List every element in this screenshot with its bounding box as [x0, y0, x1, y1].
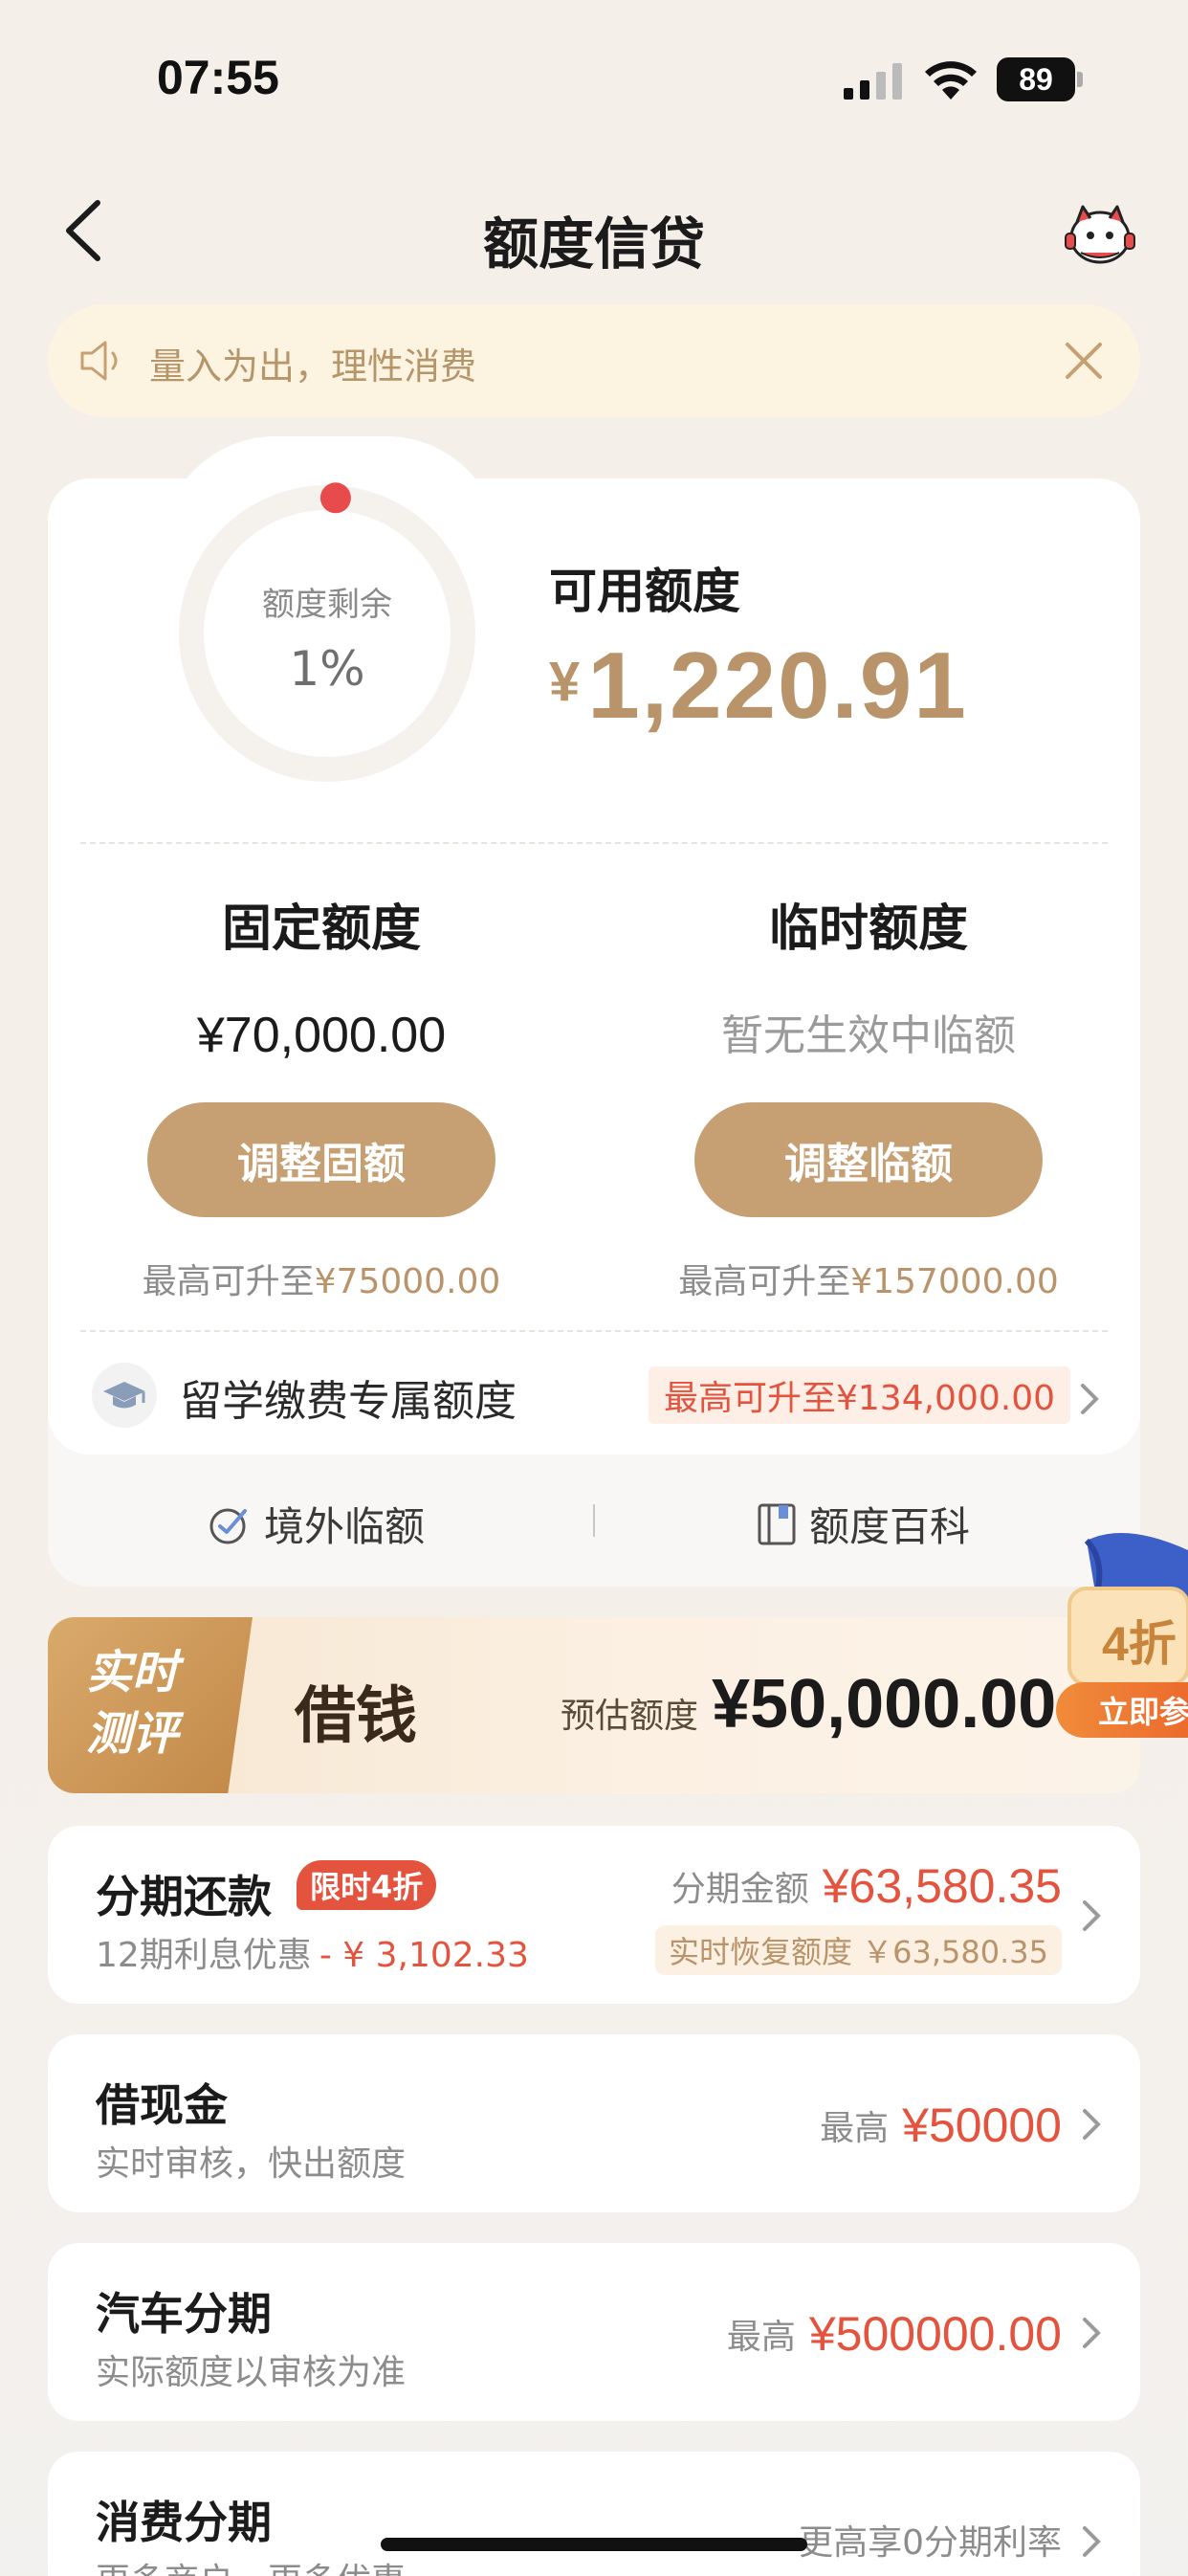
installment-discount: - ¥ 3,102.33: [319, 1936, 529, 1975]
remaining-ring-indicator: [319, 482, 351, 514]
credit-wiki-label: 额度百科: [809, 1503, 971, 1550]
consumer-installment-sub: 更多商户，更多优惠: [96, 2553, 406, 2576]
cash-loan-sub: 实时审核，快出额度: [96, 2144, 407, 2184]
available-credit-amount: ¥1,220.91: [549, 632, 968, 740]
car-loan-amount-row: 最高 ¥500000.00: [727, 2306, 1062, 2362]
cash-loan-title: 借现金: [96, 2079, 228, 2131]
close-icon[interactable]: [1064, 341, 1104, 381]
estimate-label: 预估额度: [561, 1697, 699, 1736]
cellular-signal-icon: [844, 63, 902, 100]
graduation-cap-icon: [92, 1363, 157, 1428]
car-loan-sub: 实际额度以审核为准: [96, 2353, 407, 2392]
currency-symbol: ¥: [549, 651, 581, 713]
tag-line-1: 实时: [86, 1646, 179, 1699]
footer-divider: [593, 1504, 595, 1537]
fixed-max-value: ¥75000.00: [314, 1262, 501, 1301]
available-amount-value: 1,220.91: [587, 633, 968, 738]
fixed-credit-title: 固定额度: [221, 900, 421, 958]
battery-icon: 89: [997, 57, 1083, 101]
available-credit-title: 可用额度: [549, 564, 740, 619]
realtime-eval-tag-text: 实时 测评: [86, 1642, 178, 1765]
join-now-button[interactable]: 立即参: [1056, 1682, 1188, 1738]
consumer-installment-right: 更高享0分期利率: [799, 2523, 1062, 2563]
fixed-max-prefix: 最高可升至: [142, 1262, 315, 1301]
credit-wiki-link[interactable]: 额度百科: [756, 1495, 970, 1553]
speaker-icon: [80, 341, 118, 381]
adjust-fixed-button[interactable]: 调整固额: [147, 1102, 495, 1217]
remaining-ring: [179, 482, 475, 782]
temp-max-value: ¥157000.00: [850, 1262, 1059, 1301]
status-time: 07:55: [157, 51, 279, 104]
notice-banner: 量入为出，理性消费: [48, 304, 1140, 417]
installment-amount-label: 分期金额: [671, 1870, 809, 1909]
book-icon: [758, 1503, 796, 1544]
temp-max-text: 最高可升至¥157000.00: [620, 1254, 1117, 1303]
battery-level: 89: [1019, 62, 1053, 97]
borrow-eval-banner[interactable]: 实时 测评 借钱 预估额度 ¥50,000.00: [48, 1617, 1140, 1793]
installment-amount: ¥63,580.35: [822, 1859, 1062, 1913]
chevron-right-icon: [1083, 2109, 1101, 2140]
car-loan-label: 最高: [726, 2318, 796, 2357]
chevron-right-icon: [1081, 1384, 1099, 1414]
page-title: 额度信贷: [482, 211, 705, 277]
home-indicator[interactable]: [381, 2538, 807, 2551]
temp-credit-value: 暂无生效中临额: [721, 1011, 1016, 1060]
car-loan-amount: ¥500000.00: [808, 2307, 1062, 2361]
gift-discount: 4折: [1102, 1617, 1177, 1671]
cash-loan-card[interactable]: 借现金 实时审核，快出额度 最高 ¥50000: [48, 2034, 1140, 2212]
cash-loan-amount-row: 最高 ¥50000: [820, 2098, 1062, 2153]
fixed-max-text: 最高可升至¥75000.00: [73, 1254, 570, 1303]
overseas-temp-link[interactable]: 境外临额: [207, 1495, 425, 1553]
overseas-temp-label: 境外临额: [264, 1503, 426, 1550]
cash-loan-label: 最高: [820, 2109, 890, 2148]
installment-sub: 12期利息优惠 - ¥ 3,102.33: [96, 1927, 529, 1977]
car-loan-title: 汽车分期: [96, 2288, 272, 2340]
notice-text: 量入为出，理性消费: [149, 345, 477, 388]
cash-loan-amount: ¥50000: [902, 2099, 1062, 2152]
adjust-temp-button[interactable]: 调整临额: [694, 1102, 1043, 1217]
consumer-installment-card[interactable]: 消费分期 更多商户，更多优惠 更高享0分期利率: [48, 2452, 1140, 2576]
installment-card[interactable]: 分期还款 限时4折 12期利息优惠 - ¥ 3,102.33 分期金额 ¥63,5…: [48, 1826, 1140, 2004]
study-abroad-badge: 最高可升至¥134,000.00: [649, 1366, 1071, 1424]
recover-badge: 实时恢复额度 ￥63,580.35: [654, 1925, 1062, 1975]
installment-badge: 限时4折: [297, 1860, 437, 1910]
chevron-right-icon: [1083, 2318, 1101, 2348]
remaining-percent: 1%: [289, 641, 365, 697]
chevron-right-icon: [1083, 2526, 1101, 2557]
temp-credit-title: 临时额度: [768, 900, 968, 958]
chevron-right-icon: [1083, 1900, 1101, 1931]
borrow-title: 借钱: [295, 1680, 417, 1752]
temp-max-prefix: 最高可升至: [678, 1262, 851, 1301]
installment-title: 分期还款: [96, 1871, 272, 1922]
assistant-mascot-icon[interactable]: [1062, 201, 1138, 268]
fixed-credit-value: ¥70,000.00: [196, 1008, 447, 1063]
wifi-icon: [925, 61, 977, 100]
divider: [80, 842, 1108, 844]
study-abroad-label: 留学缴费专属额度: [180, 1377, 517, 1426]
installment-amount-row: 分期金额 ¥63,580.35: [671, 1858, 1062, 1914]
remaining-label: 额度剩余: [262, 586, 392, 624]
consumer-installment-title: 消费分期: [96, 2497, 272, 2548]
globe-check-icon: [209, 1508, 247, 1543]
tag-line-2: 测评: [86, 1707, 179, 1761]
car-loan-card[interactable]: 汽车分期 实际额度以审核为准 最高 ¥500000.00: [48, 2243, 1140, 2421]
divider: [80, 1330, 1108, 1332]
estimate-amount: ¥50,000.00: [712, 1666, 1057, 1743]
installment-sub-prefix: 12期利息优惠: [96, 1936, 312, 1975]
